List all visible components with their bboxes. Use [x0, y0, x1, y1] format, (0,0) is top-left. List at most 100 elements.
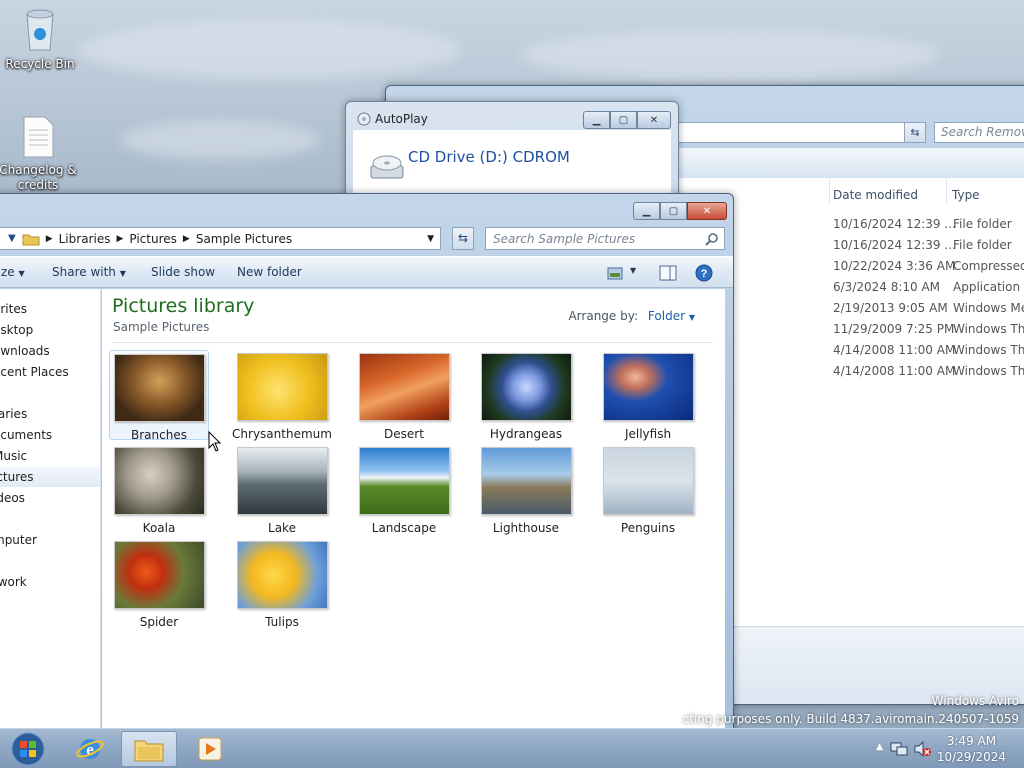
search-input[interactable]: Search Sample Pictures: [485, 227, 725, 250]
breadcrumb-pictures[interactable]: Pictures: [129, 232, 177, 246]
thumbnail-spider[interactable]: Spider: [109, 538, 209, 629]
thumbnail-jellyfish[interactable]: Jellyfish: [598, 350, 698, 441]
image-jellyfish: [602, 353, 694, 421]
image-koala: [113, 447, 205, 515]
nav-computer[interactable]: mputer: [0, 530, 100, 550]
minimize-button[interactable]: ▁: [633, 202, 660, 220]
address-bar[interactable]: ▼ ▶ Libraries ▶ Pictures ▶ Sample Pictur…: [0, 227, 441, 250]
thumbnail-label: Jellyfish: [624, 427, 672, 441]
thumbnail-label: Koala: [142, 521, 176, 535]
nav-desktop[interactable]: esktop: [0, 320, 100, 340]
taskbar-media-player[interactable]: [182, 731, 238, 767]
nav-music[interactable]: Music: [0, 446, 100, 466]
thumbnail-hydrangeas[interactable]: Hydrangeas: [476, 350, 576, 441]
recycle-bin-icon: [26, 9, 54, 51]
search-placeholder: Search Sample Pictures: [493, 231, 636, 246]
chevron-down-icon: ▼: [18, 269, 25, 278]
nav-recent-places[interactable]: ecent Places: [0, 362, 100, 382]
clock-time: 3:49 AM: [946, 734, 997, 748]
thumbnail-tulips[interactable]: Tulips: [232, 538, 332, 629]
thumbnail-label: Landscape: [371, 521, 437, 535]
arrange-by-label: Arrange by:: [568, 309, 638, 323]
new-folder-button[interactable]: New folder: [237, 265, 302, 279]
autoplay-disc-icon: [357, 112, 371, 126]
organize-button[interactable]: ze ▼: [1, 265, 25, 279]
file-row-date: 6/3/2024 8:10 AM: [833, 280, 941, 294]
taskbar-internet-explorer[interactable]: e: [62, 731, 118, 767]
image-spider: [113, 541, 205, 609]
autoplay-caption-buttons: ▁ ▢ ✕: [583, 111, 671, 129]
arrange-by-dropdown[interactable]: Folder ▼: [648, 309, 695, 323]
breadcrumb-separator-icon[interactable]: ▶: [46, 234, 53, 244]
file-row-type: Windows Med: [953, 301, 1024, 315]
file-row-type: Windows The: [953, 364, 1024, 378]
search-icon[interactable]: [705, 232, 719, 246]
image-branches: [113, 354, 205, 422]
nav-favorites[interactable]: orites: [0, 299, 100, 319]
thumbnail-chrysanthemum[interactable]: Chrysanthemum: [232, 350, 332, 441]
desktop-icon-changelog[interactable]: Changelog & credits: [0, 116, 78, 193]
taskbar: e ▲ 3:49 AM 10/29/2024: [0, 728, 1024, 768]
thumbnail-penguins[interactable]: Penguins: [598, 444, 698, 535]
back-chevron-icon[interactable]: ▼: [8, 233, 16, 244]
svg-text:?: ?: [701, 268, 708, 280]
thumbnail-label: Spider: [139, 615, 179, 629]
taskbar-windows-explorer[interactable]: [121, 731, 177, 767]
nav-documents[interactable]: ocuments: [0, 425, 100, 445]
thumbnail-desert[interactable]: Desert: [354, 350, 454, 441]
slide-show-button[interactable]: Slide show: [151, 265, 215, 279]
preview-pane-icon[interactable]: [659, 265, 677, 281]
volume-muted-icon[interactable]: [914, 741, 932, 757]
thumbnail-label: Desert: [384, 427, 424, 441]
desktop-icon-recycle-bin[interactable]: Recycle Bin: [0, 6, 80, 72]
file-row-date: 4/14/2008 11:00 AM: [833, 364, 956, 378]
thumbnail-label: Tulips: [265, 615, 299, 629]
thumbnail-landscape[interactable]: Landscape: [354, 444, 454, 535]
library-folder-icon: [22, 234, 40, 245]
breadcrumb-separator-icon[interactable]: ▶: [183, 234, 190, 244]
navigation-pane: orites esktop ownloads ecent Places rari…: [0, 289, 101, 732]
close-button[interactable]: ✕: [687, 202, 727, 220]
wallpaper-cloud: [80, 20, 460, 80]
maximize-button[interactable]: ▢: [660, 202, 687, 220]
change-view-icon[interactable]: [607, 267, 623, 280]
nav-pictures[interactable]: ictures: [0, 467, 100, 487]
refresh-icon[interactable]: ⇆: [904, 122, 926, 143]
network-icon[interactable]: [890, 741, 908, 757]
close-button[interactable]: ✕: [637, 111, 671, 129]
minimize-button[interactable]: ▁: [583, 111, 610, 129]
thumbnail-lake[interactable]: Lake: [232, 444, 332, 535]
nav-network[interactable]: twork: [0, 572, 100, 592]
breadcrumb-sample-pictures[interactable]: Sample Pictures: [196, 232, 292, 246]
thumbnail-branches[interactable]: Branches: [109, 350, 209, 442]
nav-downloads[interactable]: ownloads: [0, 341, 100, 361]
nav-libraries[interactable]: raries: [0, 404, 100, 424]
show-hidden-icons-icon[interactable]: ▲: [876, 742, 883, 752]
image-desert: [358, 353, 450, 421]
internet-explorer-icon: e: [76, 739, 104, 759]
thumbnail-lighthouse[interactable]: Lighthouse: [476, 444, 576, 535]
start-button[interactable]: [0, 731, 56, 767]
refresh-icon[interactable]: ⇆: [452, 227, 474, 250]
file-row-date: 10/22/2024 3:36 AM: [833, 259, 956, 273]
breadcrumb-libraries[interactable]: Libraries: [59, 232, 111, 246]
column-header-date-modified[interactable]: Date modified: [833, 188, 918, 202]
column-header-type[interactable]: Type: [952, 188, 980, 202]
share-with-button[interactable]: Share with ▼: [52, 265, 126, 279]
nav-videos[interactable]: ideos: [0, 488, 100, 508]
image-chrysanthemum: [236, 353, 328, 421]
pictures-explorer-window[interactable]: ▁ ▢ ✕ ▼ ▶ Libraries ▶ Pictures ▶ Sample …: [0, 193, 734, 733]
system-clock[interactable]: 3:49 AM 10/29/2024: [937, 733, 1006, 765]
desktop-icon-label: Recycle Bin: [5, 57, 75, 71]
autoplay-drive-label[interactable]: CD Drive (D:) CDROM: [408, 148, 570, 166]
help-icon[interactable]: ?: [695, 264, 713, 282]
address-dropdown-icon[interactable]: ▼: [427, 234, 434, 244]
back-window-search-input[interactable]: Search Remova: [934, 122, 1024, 143]
file-row-type: Windows The: [953, 343, 1024, 357]
page-title: Pictures library: [112, 295, 255, 317]
breadcrumb-separator-icon[interactable]: ▶: [116, 234, 123, 244]
desktop-icon-label: Changelog & credits: [0, 163, 77, 192]
view-options-chevron-icon[interactable]: ▼: [630, 266, 636, 275]
maximize-button[interactable]: ▢: [610, 111, 637, 129]
thumbnail-koala[interactable]: Koala: [109, 444, 209, 535]
